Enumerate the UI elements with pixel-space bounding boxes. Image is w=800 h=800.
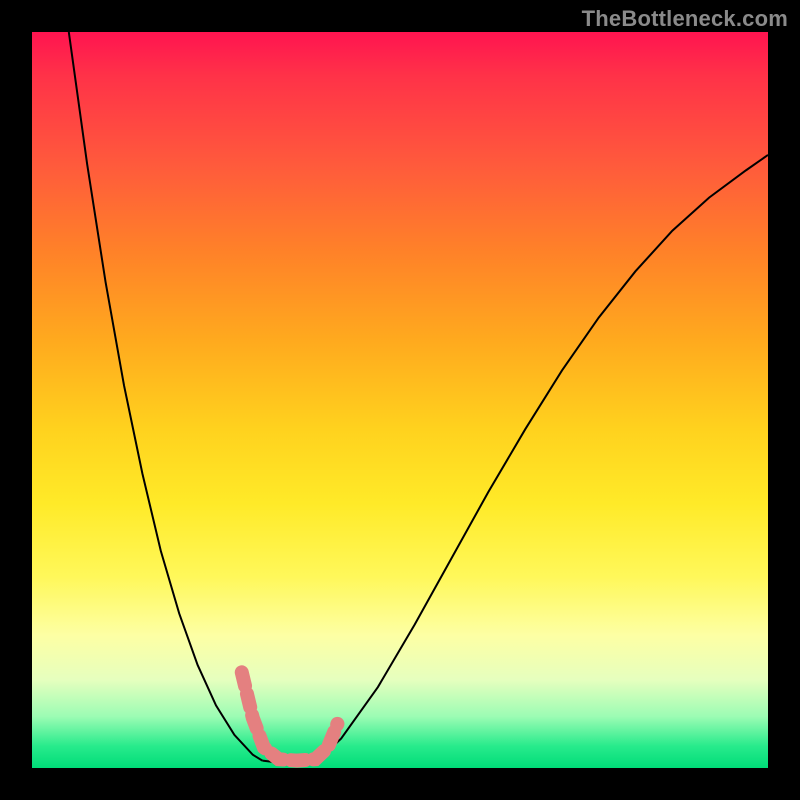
valley-highlight — [242, 672, 338, 760]
chart-svg — [32, 32, 768, 768]
curve-right — [318, 155, 768, 761]
watermark-text: TheBottleneck.com — [582, 6, 788, 32]
plot-area — [32, 32, 768, 768]
curve-left — [69, 32, 263, 761]
